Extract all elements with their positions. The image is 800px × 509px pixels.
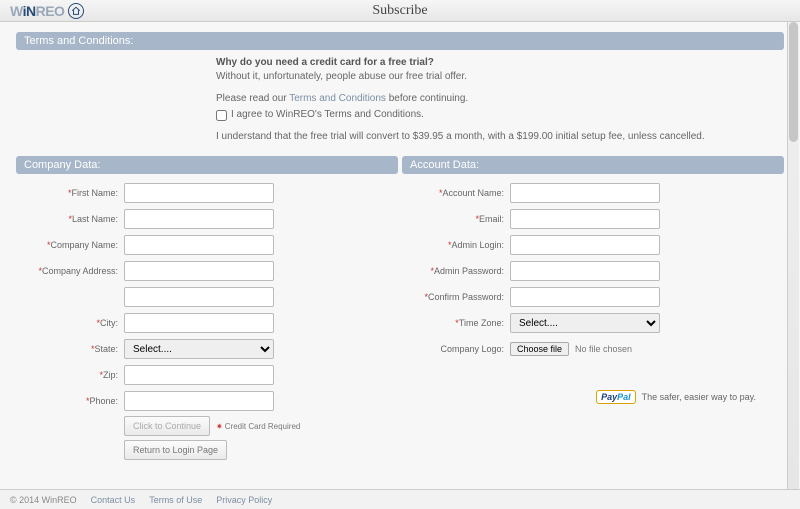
company-address-label: Company Address:	[42, 266, 118, 276]
paypal-badge[interactable]: PayPal	[596, 390, 636, 404]
paypal-tagline: The safer, easier way to pay.	[642, 392, 756, 402]
page-title: Subscribe	[0, 3, 800, 19]
company-address-input-1[interactable]	[124, 261, 274, 281]
home-icon[interactable]	[68, 3, 84, 19]
terms-question: Why do you need a credit card for a free…	[216, 57, 434, 68]
timezone-label: Time Zone:	[459, 318, 504, 328]
company-name-label: Company Name:	[50, 240, 118, 250]
company-name-input[interactable]	[124, 235, 274, 255]
phone-label: Phone:	[89, 396, 118, 406]
account-data-column: Account Data: *Account Name: *Email: *Ad…	[402, 156, 784, 464]
continue-button[interactable]: Click to Continue	[124, 416, 210, 436]
admin-login-label: Admin Login:	[451, 240, 504, 250]
footer-copyright: © 2014 WinREO	[10, 495, 77, 505]
terms-link[interactable]: Terms and Conditions	[289, 93, 386, 104]
phone-input[interactable]	[124, 391, 274, 411]
first-name-label: First Name:	[71, 188, 118, 198]
footer-terms-link[interactable]: Terms of Use	[149, 495, 202, 505]
email-input[interactable]	[510, 209, 660, 229]
terms-read-suffix: before continuing.	[386, 93, 468, 104]
account-name-label: Account Name:	[442, 188, 504, 198]
company-data-column: Company Data: *First Name: *Last Name: *…	[16, 156, 398, 464]
page-content: Terms and Conditions: Why do you need a …	[0, 22, 800, 464]
scrollbar[interactable]	[787, 22, 799, 489]
account-name-input[interactable]	[510, 183, 660, 203]
admin-password-label: Admin Password:	[434, 266, 504, 276]
company-section-bar: Company Data:	[16, 156, 398, 174]
city-input[interactable]	[124, 313, 274, 333]
no-file-chosen-text: No file chosen	[575, 344, 632, 354]
logo-text: WiNREO	[10, 3, 64, 19]
terms-section-bar: Terms and Conditions:	[16, 32, 784, 50]
first-name-input[interactable]	[124, 183, 274, 203]
return-login-button[interactable]: Return to Login Page	[124, 440, 227, 460]
confirm-password-label: Confirm Password:	[428, 292, 504, 302]
city-label: City:	[100, 318, 118, 328]
footer: © 2014 WinREO Contact Us Terms of Use Pr…	[0, 489, 800, 509]
terms-understand: I understand that the free trial will co…	[216, 131, 705, 142]
terms-section-body: Why do you need a credit card for a free…	[16, 50, 784, 152]
choose-file-button[interactable]: Choose file	[510, 342, 569, 356]
company-address-input-2[interactable]	[124, 287, 274, 307]
company-logo-label: Company Logo:	[440, 344, 504, 354]
terms-read-prefix: Please read our	[216, 93, 289, 104]
state-label: State:	[94, 344, 118, 354]
admin-password-input[interactable]	[510, 261, 660, 281]
zip-label: Zip:	[103, 370, 118, 380]
confirm-password-input[interactable]	[510, 287, 660, 307]
footer-contact-link[interactable]: Contact Us	[91, 495, 136, 505]
agree-label: I agree to WinREO's Terms and Conditions…	[231, 108, 424, 122]
last-name-label: Last Name:	[72, 214, 118, 224]
email-label: Email:	[479, 214, 504, 224]
terms-explanation: Without it, unfortunately, people abuse …	[216, 71, 467, 82]
agree-checkbox[interactable]	[216, 110, 227, 121]
last-name-input[interactable]	[124, 209, 274, 229]
footer-privacy-link[interactable]: Privacy Policy	[216, 495, 272, 505]
admin-login-input[interactable]	[510, 235, 660, 255]
state-select[interactable]: Select....	[124, 339, 274, 359]
zip-input[interactable]	[124, 365, 274, 385]
logo[interactable]: WiNREO	[10, 3, 84, 19]
account-section-bar: Account Data:	[402, 156, 784, 174]
timezone-select[interactable]: Select....	[510, 313, 660, 333]
top-bar: WiNREO Subscribe	[0, 0, 800, 22]
cc-required-note: Credit Card Required	[216, 422, 300, 431]
paypal-row: PayPal The safer, easier way to pay.	[410, 390, 776, 404]
